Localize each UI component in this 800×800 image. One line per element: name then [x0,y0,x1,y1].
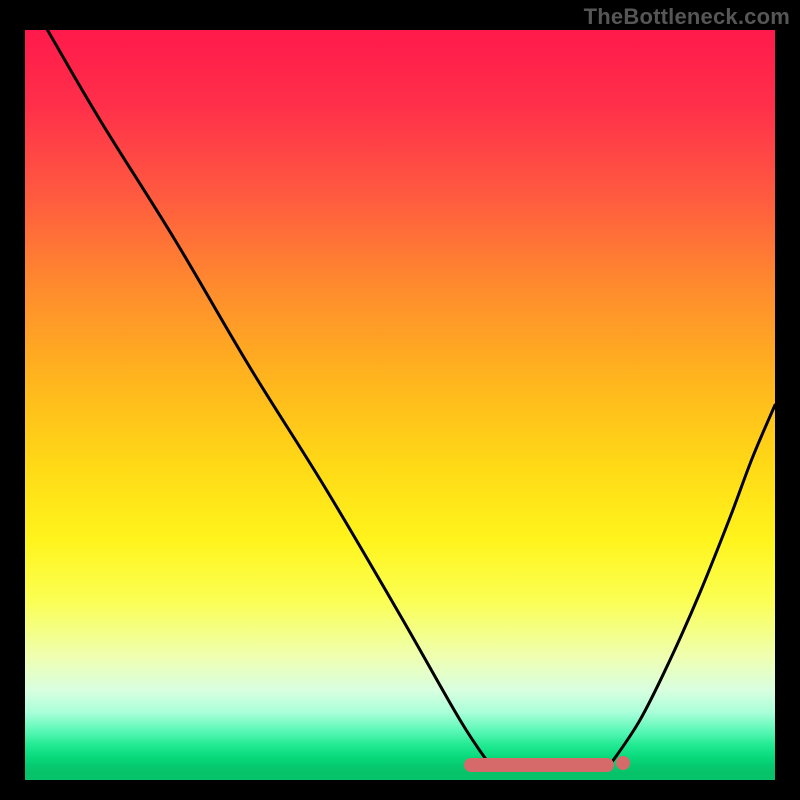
curve-right-ascent [610,405,775,765]
curve-left-descent [48,30,491,765]
watermark-text: TheBottleneck.com [584,4,790,30]
plot-area [25,30,775,780]
chart-frame: TheBottleneck.com [0,0,800,800]
curve-layer [25,30,775,780]
highlight-dot [616,756,630,770]
highlight-band [464,758,615,772]
